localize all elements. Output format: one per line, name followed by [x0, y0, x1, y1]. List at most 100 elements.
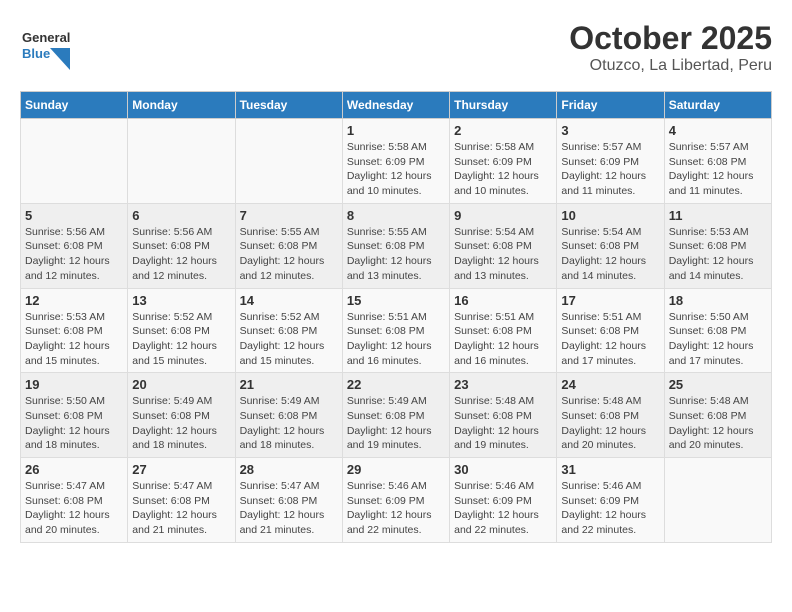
day-info: Sunrise: 5:50 AMSunset: 6:08 PMDaylight:… — [669, 310, 767, 369]
day-number: 29 — [347, 462, 445, 477]
calendar-cell — [664, 458, 771, 543]
calendar-cell: 28 Sunrise: 5:47 AMSunset: 6:08 PMDayligh… — [235, 458, 342, 543]
calendar-cell: 20Sunrise: 5:49 AMSunset: 6:08 PMDayligh… — [128, 373, 235, 458]
day-number: 2 — [454, 123, 552, 138]
week-row-3: 12Sunrise: 5:53 AMSunset: 6:08 PMDayligh… — [21, 288, 772, 373]
day-number: 11 — [669, 208, 767, 223]
calendar-cell: 16 Sunrise: 5:51 AMSunset: 6:08 PMDayligh… — [450, 288, 557, 373]
calendar-cell: 17 Sunrise: 5:51 AMSunset: 6:08 PMDayligh… — [557, 288, 664, 373]
day-info: Sunrise: 5:48 AMSunset: 6:08 PMDaylight:… — [454, 394, 552, 453]
calendar-cell: 12Sunrise: 5:53 AMSunset: 6:08 PMDayligh… — [21, 288, 128, 373]
col-header-friday: Friday — [557, 92, 664, 119]
day-info: Sunrise: 5:47 AMSunset: 6:08 PMDaylight:… — [132, 479, 230, 538]
day-info: Sunrise: 5:48 AMSunset: 6:08 PMDaylight:… — [669, 394, 767, 453]
day-info: Sunrise: 5:50 AMSunset: 6:08 PMDaylight:… — [25, 394, 123, 453]
col-header-wednesday: Wednesday — [342, 92, 449, 119]
calendar-cell: 21Sunrise: 5:49 AMSunset: 6:08 PMDayligh… — [235, 373, 342, 458]
day-info: Sunrise: 5:46 AMSunset: 6:09 PMDaylight:… — [561, 479, 659, 538]
calendar-cell: 10 Sunrise: 5:54 AMSunset: 6:08 PMDayligh… — [557, 203, 664, 288]
day-info: Sunrise: 5:52 AMSunset: 6:08 PMDaylight:… — [132, 310, 230, 369]
day-number: 7 — [240, 208, 338, 223]
day-number: 1 — [347, 123, 445, 138]
calendar-cell: 15Sunrise: 5:51 AMSunset: 6:08 PMDayligh… — [342, 288, 449, 373]
calendar-cell: 4 Sunrise: 5:57 AMSunset: 6:08 PMDaylight… — [664, 119, 771, 204]
day-number: 6 — [132, 208, 230, 223]
day-number: 26 — [25, 462, 123, 477]
day-number: 16 — [454, 293, 552, 308]
day-number: 13 — [132, 293, 230, 308]
day-number: 5 — [25, 208, 123, 223]
day-number: 25 — [669, 377, 767, 392]
day-number: 22 — [347, 377, 445, 392]
week-row-1: 1 Sunrise: 5:58 AMSunset: 6:09 PMDaylight… — [21, 119, 772, 204]
day-info: Sunrise: 5:51 AMSunset: 6:08 PMDaylight:… — [454, 310, 552, 369]
day-info: Sunrise: 5:56 AMSunset: 6:08 PMDaylight:… — [25, 225, 123, 284]
calendar-cell: 29 Sunrise: 5:46 AMSunset: 6:09 PMDayligh… — [342, 458, 449, 543]
day-number: 14 — [240, 293, 338, 308]
calendar-cell: 31 Sunrise: 5:46 AMSunset: 6:09 PMDayligh… — [557, 458, 664, 543]
calendar-table: SundayMondayTuesdayWednesdayThursdayFrid… — [20, 91, 772, 543]
day-info: Sunrise: 5:53 AMSunset: 6:08 PMDaylight:… — [25, 310, 123, 369]
week-row-4: 19 Sunrise: 5:50 AMSunset: 6:08 PMDayligh… — [21, 373, 772, 458]
svg-text:Blue: Blue — [22, 46, 50, 61]
day-info: Sunrise: 5:55 AMSunset: 6:08 PMDaylight:… — [347, 225, 445, 284]
day-number: 18 — [669, 293, 767, 308]
day-info: Sunrise: 5:57 AMSunset: 6:08 PMDaylight:… — [669, 140, 767, 199]
day-info: Sunrise: 5:54 AMSunset: 6:08 PMDaylight:… — [561, 225, 659, 284]
calendar-cell: 30 Sunrise: 5:46 AMSunset: 6:09 PMDayligh… — [450, 458, 557, 543]
day-info: Sunrise: 5:49 AMSunset: 6:08 PMDaylight:… — [240, 394, 338, 453]
day-number: 9 — [454, 208, 552, 223]
col-header-sunday: Sunday — [21, 92, 128, 119]
calendar-cell — [21, 119, 128, 204]
day-number: 31 — [561, 462, 659, 477]
logo: General Blue — [20, 20, 70, 70]
day-info: Sunrise: 5:55 AMSunset: 6:08 PMDaylight:… — [240, 225, 338, 284]
calendar-cell: 6 Sunrise: 5:56 AMSunset: 6:08 PMDaylight… — [128, 203, 235, 288]
calendar-cell: 2 Sunrise: 5:58 AMSunset: 6:09 PMDaylight… — [450, 119, 557, 204]
day-info: Sunrise: 5:49 AMSunset: 6:08 PMDaylight:… — [132, 394, 230, 453]
calendar-cell: 22 Sunrise: 5:49 AMSunset: 6:08 PMDayligh… — [342, 373, 449, 458]
day-info: Sunrise: 5:53 AMSunset: 6:08 PMDaylight:… — [669, 225, 767, 284]
week-row-5: 26 Sunrise: 5:47 AMSunset: 6:08 PMDayligh… — [21, 458, 772, 543]
calendar-cell: 13 Sunrise: 5:52 AMSunset: 6:08 PMDayligh… — [128, 288, 235, 373]
day-info: Sunrise: 5:57 AMSunset: 6:09 PMDaylight:… — [561, 140, 659, 199]
calendar-cell: 7 Sunrise: 5:55 AMSunset: 6:08 PMDaylight… — [235, 203, 342, 288]
day-info: Sunrise: 5:58 AMSunset: 6:09 PMDaylight:… — [347, 140, 445, 199]
day-info: Sunrise: 5:52 AMSunset: 6:08 PMDaylight:… — [240, 310, 338, 369]
svg-text:General: General — [22, 30, 70, 45]
day-info: Sunrise: 5:46 AMSunset: 6:09 PMDaylight:… — [347, 479, 445, 538]
day-number: 4 — [669, 123, 767, 138]
day-info: Sunrise: 5:46 AMSunset: 6:09 PMDaylight:… — [454, 479, 552, 538]
day-number: 19 — [25, 377, 123, 392]
calendar-cell: 14 Sunrise: 5:52 AMSunset: 6:08 PMDayligh… — [235, 288, 342, 373]
calendar-cell: 5 Sunrise: 5:56 AMSunset: 6:08 PMDaylight… — [21, 203, 128, 288]
calendar-cell: 25 Sunrise: 5:48 AMSunset: 6:08 PMDayligh… — [664, 373, 771, 458]
day-number: 3 — [561, 123, 659, 138]
calendar-cell: 19 Sunrise: 5:50 AMSunset: 6:08 PMDayligh… — [21, 373, 128, 458]
calendar-cell: 8Sunrise: 5:55 AMSunset: 6:08 PMDaylight… — [342, 203, 449, 288]
calendar-cell: 24Sunrise: 5:48 AMSunset: 6:08 PMDayligh… — [557, 373, 664, 458]
calendar-cell: 1 Sunrise: 5:58 AMSunset: 6:09 PMDaylight… — [342, 119, 449, 204]
day-info: Sunrise: 5:47 AMSunset: 6:08 PMDaylight:… — [240, 479, 338, 538]
calendar-cell: 23Sunrise: 5:48 AMSunset: 6:08 PMDayligh… — [450, 373, 557, 458]
day-number: 17 — [561, 293, 659, 308]
day-number: 10 — [561, 208, 659, 223]
day-info: Sunrise: 5:49 AMSunset: 6:08 PMDaylight:… — [347, 394, 445, 453]
calendar-cell — [128, 119, 235, 204]
title-block: October 2025 Otuzco, La Libertad, Peru — [569, 20, 772, 75]
logo-icon: General Blue — [20, 20, 70, 70]
day-info: Sunrise: 5:47 AMSunset: 6:08 PMDaylight:… — [25, 479, 123, 538]
day-info: Sunrise: 5:48 AMSunset: 6:08 PMDaylight:… — [561, 394, 659, 453]
page-subtitle: Otuzco, La Libertad, Peru — [569, 57, 772, 75]
day-number: 27 — [132, 462, 230, 477]
day-info: Sunrise: 5:51 AMSunset: 6:08 PMDaylight:… — [347, 310, 445, 369]
calendar-cell: 9Sunrise: 5:54 AMSunset: 6:08 PMDaylight… — [450, 203, 557, 288]
day-info: Sunrise: 5:56 AMSunset: 6:08 PMDaylight:… — [132, 225, 230, 284]
calendar-cell: 11 Sunrise: 5:53 AMSunset: 6:08 PMDayligh… — [664, 203, 771, 288]
calendar-header-row: SundayMondayTuesdayWednesdayThursdayFrid… — [21, 92, 772, 119]
day-info: Sunrise: 5:51 AMSunset: 6:08 PMDaylight:… — [561, 310, 659, 369]
day-number: 30 — [454, 462, 552, 477]
calendar-cell: 26 Sunrise: 5:47 AMSunset: 6:08 PMDayligh… — [21, 458, 128, 543]
day-number: 28 — [240, 462, 338, 477]
day-info: Sunrise: 5:58 AMSunset: 6:09 PMDaylight:… — [454, 140, 552, 199]
